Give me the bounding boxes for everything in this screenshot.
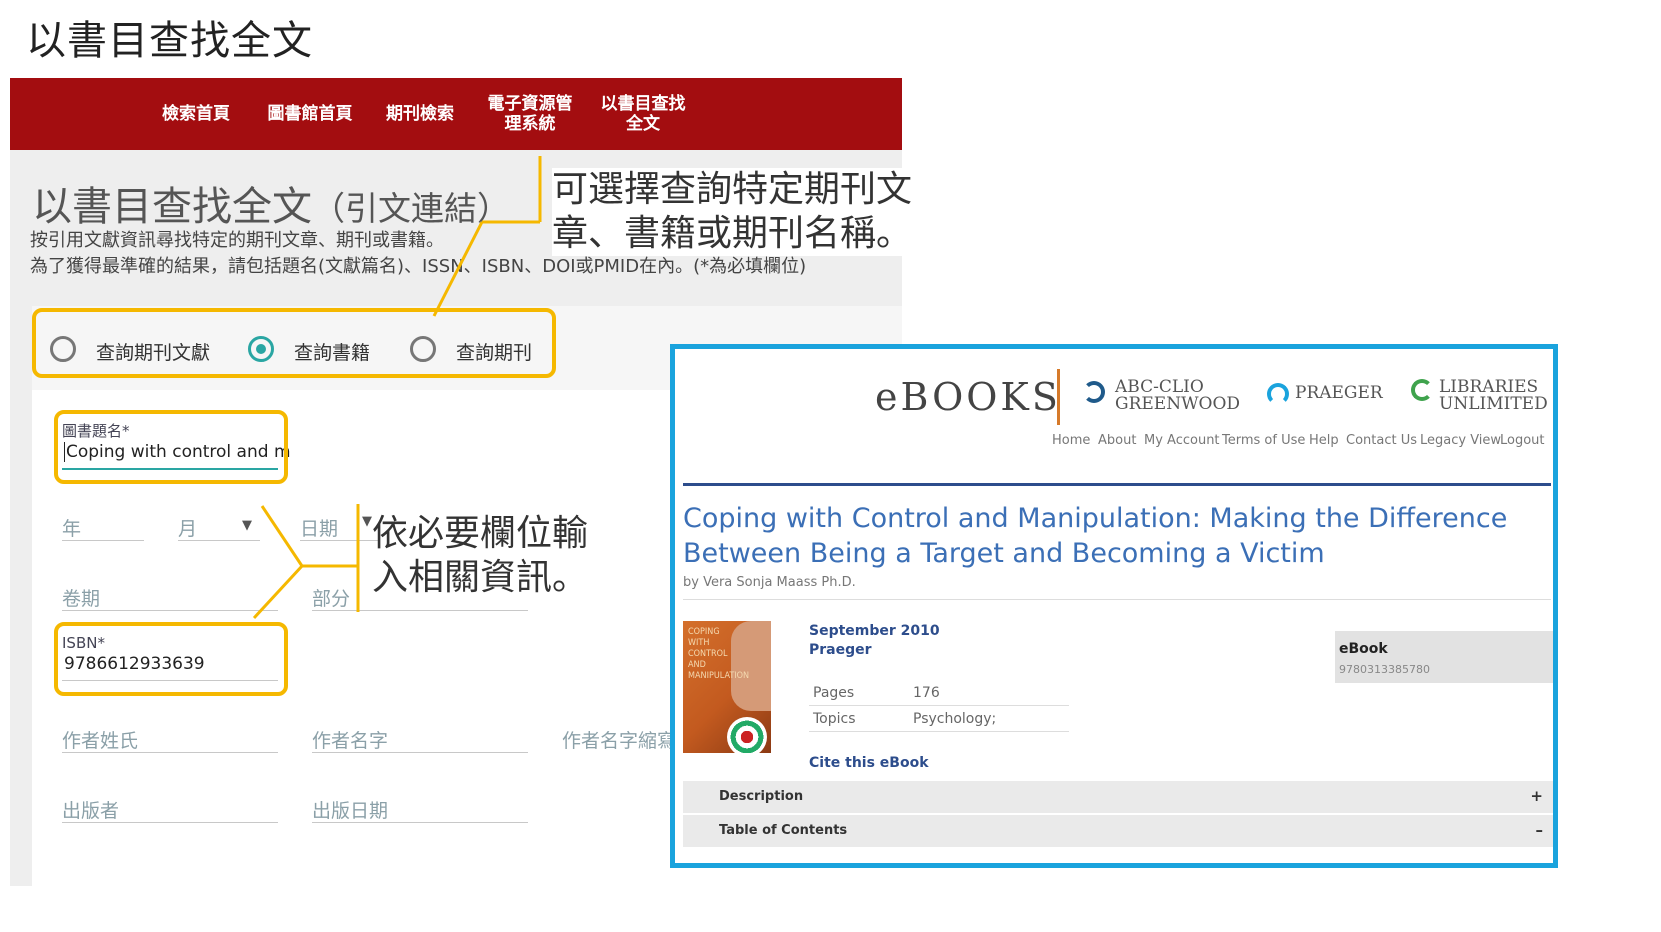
callout-top-line-1: 可選擇查詢特定期刊文: [552, 169, 913, 210]
ebook-header-rule: [683, 483, 1551, 486]
topics-divider: [809, 731, 1069, 732]
logo-divider: [1057, 369, 1060, 425]
pages-label: Pages: [813, 685, 855, 701]
libraries-unlimited-line2: UNLIMITED: [1439, 394, 1548, 414]
mid-callout-diag-down: [252, 564, 304, 620]
ebook-nav-logout[interactable]: Logout: [1500, 433, 1545, 448]
ebook-nav-help[interactable]: Help: [1309, 433, 1339, 448]
callout-top: 可選擇查詢特定期刊文 章、書籍或期刊名稱。: [552, 168, 913, 256]
description-accordion-label: Description: [719, 789, 804, 804]
mid-callout-diag-up: [260, 505, 304, 567]
praeger-swirl-icon: [1267, 383, 1289, 405]
ebook-publisher[interactable]: Praeger: [809, 642, 872, 658]
pages-divider: [809, 705, 1069, 706]
pages-value: 176: [913, 685, 940, 701]
toc-accordion[interactable]: Table of Contents –: [683, 815, 1553, 847]
callout-middle-line-2: 入相關資訊。: [372, 557, 589, 598]
description-accordion[interactable]: Description +: [683, 781, 1553, 813]
ebook-pub-date: September 2010: [809, 623, 940, 639]
ebook-nav-home[interactable]: Home: [1052, 433, 1090, 448]
collapse-minus-icon[interactable]: –: [1536, 821, 1544, 839]
praeger-logo[interactable]: PRAEGER: [1295, 385, 1383, 402]
abc-clio-line2: GREENWOOD: [1115, 394, 1241, 414]
ebook-nav-terms[interactable]: Terms of Use: [1222, 433, 1305, 448]
abc-clio-greenwood-logo[interactable]: ABC-CLIO GREENWOOD: [1115, 379, 1240, 413]
top-callout-diagonal: [432, 221, 484, 317]
ebook-nav-about[interactable]: About: [1098, 433, 1136, 448]
callout-middle-line-1: 依必要欄位輸: [372, 513, 589, 554]
cover-text: COPING WITH CONTROL AND MANIPULATION: [688, 627, 750, 681]
ebook-nav-legacy-view[interactable]: Legacy View: [1420, 433, 1501, 448]
cite-ebook-link[interactable]: Cite this eBook: [809, 755, 929, 771]
ebook-nav-my-account[interactable]: My Account: [1144, 433, 1220, 448]
format-isbn: 9780313385780: [1339, 663, 1430, 676]
libraries-unlimited-swirl-icon: [1411, 379, 1433, 401]
ebook-format-box[interactable]: eBook 9780313385780: [1335, 631, 1553, 683]
ebook-result-panel: eBOOKS ABC-CLIO GREENWOOD PRAEGER LIBRAR…: [670, 344, 1558, 868]
format-label: eBook: [1339, 641, 1388, 657]
topics-label: Topics: [813, 711, 856, 727]
ebook-title: Coping with Control and Manipulation: Ma…: [683, 503, 1508, 569]
topics-value[interactable]: Psychology;: [913, 711, 996, 727]
ebook-nav-contact[interactable]: Contact Us: [1346, 433, 1417, 448]
expand-plus-icon[interactable]: +: [1530, 787, 1543, 805]
callout-top-line-2: 章、書籍或期刊名稱。: [552, 213, 913, 254]
ebook-separator: [683, 599, 1551, 600]
libraries-unlimited-logo[interactable]: LIBRARIES UNLIMITED: [1439, 379, 1548, 413]
toc-accordion-label: Table of Contents: [719, 823, 848, 838]
abc-clio-swirl-icon: [1083, 381, 1105, 403]
ebooks-logo[interactable]: eBOOKS: [875, 375, 1061, 419]
book-cover-image[interactable]: COPING WITH CONTROL AND MANIPULATION: [683, 621, 771, 753]
callout-middle: 依必要欄位輸 入相關資訊。: [372, 512, 588, 600]
cover-target: [727, 717, 767, 753]
cover-face: [731, 621, 771, 711]
ebook-author: by Vera Sonja Maass Ph.D.: [683, 575, 856, 590]
